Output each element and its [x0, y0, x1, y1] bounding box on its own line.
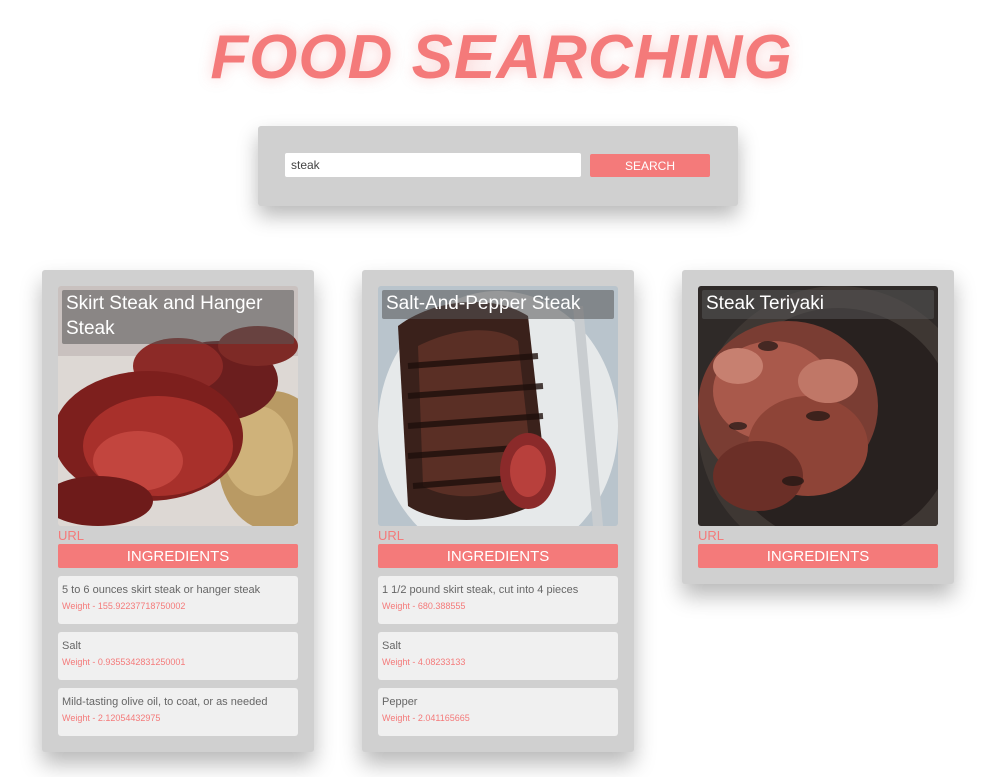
- recipe-image[interactable]: Steak Teriyaki: [698, 286, 938, 526]
- recipe-image[interactable]: Skirt Steak and Hanger Steak: [58, 286, 298, 526]
- search-input[interactable]: [285, 153, 581, 177]
- ingredient-item: Mild-tasting olive oil, to coat, or as n…: [58, 688, 298, 736]
- ingredient-text: Salt: [382, 640, 401, 652]
- recipe-title: Steak Teriyaki: [702, 290, 934, 319]
- recipe-card: Skirt Steak and Hanger Steak URL INGREDI…: [42, 270, 314, 752]
- ingredients-button[interactable]: INGREDIENTS: [58, 544, 298, 568]
- ingredient-text: Pepper: [382, 696, 418, 708]
- ingredient-weight: Weight - 0.9355342831250001: [62, 657, 186, 667]
- ingredient-item: 5 to 6 ounces skirt steak or hanger stea…: [58, 576, 298, 624]
- ingredient-weight: Weight - 4.08233133: [382, 657, 466, 667]
- recipe-url-link[interactable]: URL: [698, 528, 724, 543]
- ingredient-text: Mild-tasting olive oil, to coat, or as n…: [62, 696, 268, 708]
- ingredient-item: Salt Weight - 4.08233133: [378, 632, 618, 680]
- recipe-photo: [698, 286, 938, 526]
- recipe-photo: [378, 286, 618, 526]
- ingredient-item: 1 1/2 pound skirt steak, cut into 4 piec…: [378, 576, 618, 624]
- ingredient-weight: Weight - 2.041165665: [382, 713, 470, 723]
- ingredient-weight: Weight - 680.388555: [382, 601, 466, 611]
- ingredient-weight: Weight - 155.92237718750002: [62, 601, 186, 611]
- ingredient-weight: Weight - 2.12054432975: [62, 713, 161, 723]
- search-button[interactable]: SEARCH: [590, 154, 710, 177]
- ingredient-item: Pepper Weight - 2.041165665: [378, 688, 618, 736]
- recipe-card: Steak Teriyaki URL INGREDIENTS: [682, 270, 954, 584]
- ingredient-text: 1 1/2 pound skirt steak, cut into 4 piec…: [382, 584, 579, 596]
- ingredients-button[interactable]: INGREDIENTS: [378, 544, 618, 568]
- page-title: FOOD SEARCHING: [210, 23, 793, 92]
- recipe-url-link[interactable]: URL: [58, 528, 84, 543]
- ingredient-text: 5 to 6 ounces skirt steak or hanger stea…: [62, 584, 261, 596]
- recipe-url-link[interactable]: URL: [378, 528, 404, 543]
- recipe-card: Salt-And-Pepper Steak URL INGREDIENTS 1 …: [362, 270, 634, 752]
- ingredient-text: Salt: [62, 640, 81, 652]
- recipe-title: Skirt Steak and Hanger Steak: [62, 290, 294, 344]
- recipe-image[interactable]: Salt-And-Pepper Steak: [378, 286, 618, 526]
- ingredients-button[interactable]: INGREDIENTS: [698, 544, 938, 568]
- search-panel: SEARCH: [258, 126, 738, 206]
- ingredient-item: Salt Weight - 0.9355342831250001: [58, 632, 298, 680]
- recipe-title: Salt-And-Pepper Steak: [382, 290, 614, 319]
